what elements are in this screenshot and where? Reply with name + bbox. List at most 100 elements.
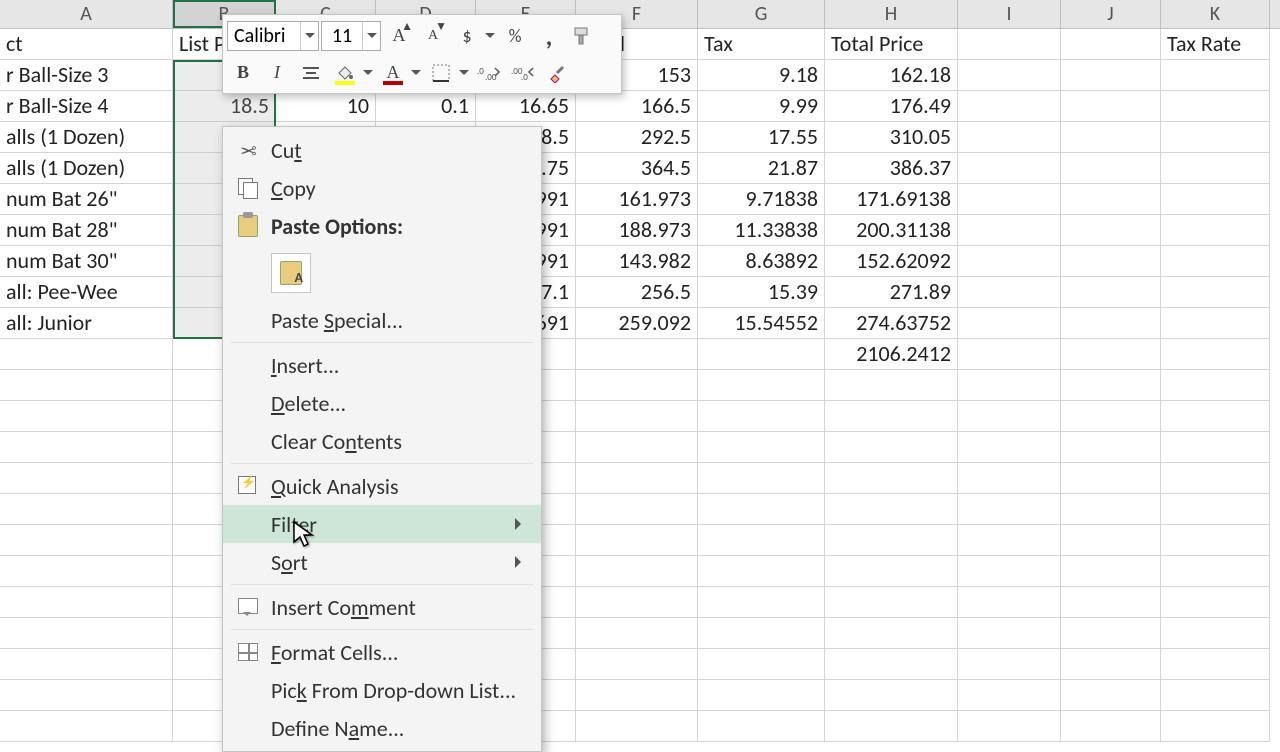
data-cell[interactable] <box>576 618 698 649</box>
data-cell[interactable] <box>1061 587 1161 618</box>
data-cell[interactable] <box>825 587 958 618</box>
data-cell[interactable] <box>0 339 173 370</box>
data-cell[interactable] <box>0 463 173 494</box>
center-align-button[interactable] <box>295 58 327 88</box>
data-cell[interactable] <box>698 649 825 680</box>
data-cell[interactable] <box>576 494 698 525</box>
data-cell[interactable]: num Bat 26" <box>0 184 173 215</box>
data-cell[interactable] <box>576 401 698 432</box>
data-cell[interactable] <box>958 246 1061 277</box>
data-cell[interactable]: 9.71838 <box>698 184 825 215</box>
data-cell[interactable]: 271.89 <box>825 277 958 308</box>
column-header-G[interactable]: G <box>698 0 825 28</box>
column-header-H[interactable]: H <box>825 0 958 28</box>
data-cell[interactable]: 364.5 <box>576 153 698 184</box>
data-cell[interactable] <box>958 339 1061 370</box>
data-cell[interactable] <box>1061 556 1161 587</box>
data-cell[interactable] <box>958 277 1061 308</box>
data-cell[interactable] <box>698 711 825 742</box>
font-name-dropdown[interactable]: Calibri <box>227 21 319 51</box>
data-cell[interactable]: 161.973 <box>576 184 698 215</box>
accounting-format-button[interactable]: $ <box>451 21 497 51</box>
column-header-K[interactable]: K <box>1161 0 1270 28</box>
data-cell[interactable]: num Bat 30" <box>0 246 173 277</box>
data-cell[interactable]: 9.99 <box>698 91 825 122</box>
data-cell[interactable]: 15.54552 <box>698 308 825 339</box>
data-cell[interactable] <box>825 401 958 432</box>
borders-button[interactable] <box>425 58 471 88</box>
data-cell[interactable] <box>0 711 173 742</box>
header-cell[interactable]: ct <box>0 29 173 60</box>
context-menu-paste-option-values[interactable] <box>223 245 541 301</box>
data-cell[interactable] <box>0 432 173 463</box>
data-cell[interactable] <box>825 525 958 556</box>
data-cell[interactable]: 274.63752 <box>825 308 958 339</box>
context-menu-pick-from-list[interactable]: Pick From Drop-down List... <box>223 671 541 709</box>
column-header-A[interactable]: A <box>0 0 173 28</box>
data-cell[interactable] <box>1161 649 1270 680</box>
context-menu-sort[interactable]: Sort <box>223 543 541 581</box>
data-cell[interactable] <box>1161 556 1270 587</box>
data-cell[interactable] <box>1161 370 1270 401</box>
data-cell[interactable]: all: Junior <box>0 308 173 339</box>
data-cell[interactable] <box>576 649 698 680</box>
data-cell[interactable] <box>1161 277 1270 308</box>
data-cell[interactable]: alls (1 Dozen) <box>0 153 173 184</box>
bold-button[interactable]: B <box>227 58 259 88</box>
data-cell[interactable]: 9.18 <box>698 60 825 91</box>
column-header-I[interactable]: I <box>958 0 1061 28</box>
data-cell[interactable] <box>1061 711 1161 742</box>
data-cell[interactable] <box>0 370 173 401</box>
data-cell[interactable]: 292.5 <box>576 122 698 153</box>
data-cell[interactable] <box>825 370 958 401</box>
data-cell[interactable] <box>1061 649 1161 680</box>
header-cell[interactable]: Total Price <box>825 29 958 60</box>
data-cell[interactable] <box>576 587 698 618</box>
data-cell[interactable]: 310.05 <box>825 122 958 153</box>
percent-format-button[interactable]: % <box>499 21 531 51</box>
increase-decimal-button[interactable]: .0.00 <box>473 58 505 88</box>
data-cell[interactable] <box>958 60 1061 91</box>
data-cell[interactable] <box>958 680 1061 711</box>
context-menu-insert[interactable]: Insert... <box>223 346 541 384</box>
data-cell[interactable] <box>698 525 825 556</box>
data-cell[interactable] <box>825 432 958 463</box>
data-cell[interactable]: 386.37 <box>825 153 958 184</box>
decrease-decimal-button[interactable]: .00.0 <box>507 58 539 88</box>
data-cell[interactable] <box>958 153 1061 184</box>
data-cell[interactable] <box>1161 587 1270 618</box>
data-cell[interactable] <box>1161 60 1270 91</box>
header-cell[interactable]: Tax <box>698 29 825 60</box>
data-cell[interactable] <box>1161 618 1270 649</box>
data-cell[interactable] <box>958 91 1061 122</box>
data-cell[interactable] <box>1061 122 1161 153</box>
data-cell[interactable] <box>1061 215 1161 246</box>
data-cell[interactable] <box>0 618 173 649</box>
data-cell[interactable]: 259.092 <box>576 308 698 339</box>
data-cell[interactable] <box>1161 680 1270 711</box>
data-cell[interactable]: 143.982 <box>576 246 698 277</box>
data-cell[interactable] <box>1061 432 1161 463</box>
data-cell[interactable] <box>1161 432 1270 463</box>
data-cell[interactable]: 16.65 <box>476 91 576 122</box>
data-cell[interactable] <box>1061 525 1161 556</box>
data-cell[interactable] <box>576 556 698 587</box>
data-cell[interactable] <box>958 649 1061 680</box>
data-cell[interactable]: 176.49 <box>825 91 958 122</box>
data-cell[interactable] <box>825 556 958 587</box>
data-cell[interactable] <box>1061 401 1161 432</box>
data-cell[interactable]: 188.973 <box>576 215 698 246</box>
data-cell[interactable] <box>1061 308 1161 339</box>
data-cell[interactable] <box>958 432 1061 463</box>
format-painter-brush-button[interactable] <box>541 58 573 88</box>
data-cell[interactable] <box>958 370 1061 401</box>
context-menu-format-cells[interactable]: Format Cells... <box>223 633 541 671</box>
data-cell[interactable]: r Ball-Size 3 <box>0 60 173 91</box>
data-cell[interactable] <box>1161 463 1270 494</box>
data-cell[interactable]: 18.5 <box>173 91 276 122</box>
context-menu-filter[interactable]: Filter <box>223 505 541 543</box>
data-cell[interactable] <box>576 370 698 401</box>
data-cell[interactable] <box>698 556 825 587</box>
data-cell[interactable] <box>0 649 173 680</box>
data-cell[interactable] <box>1061 463 1161 494</box>
